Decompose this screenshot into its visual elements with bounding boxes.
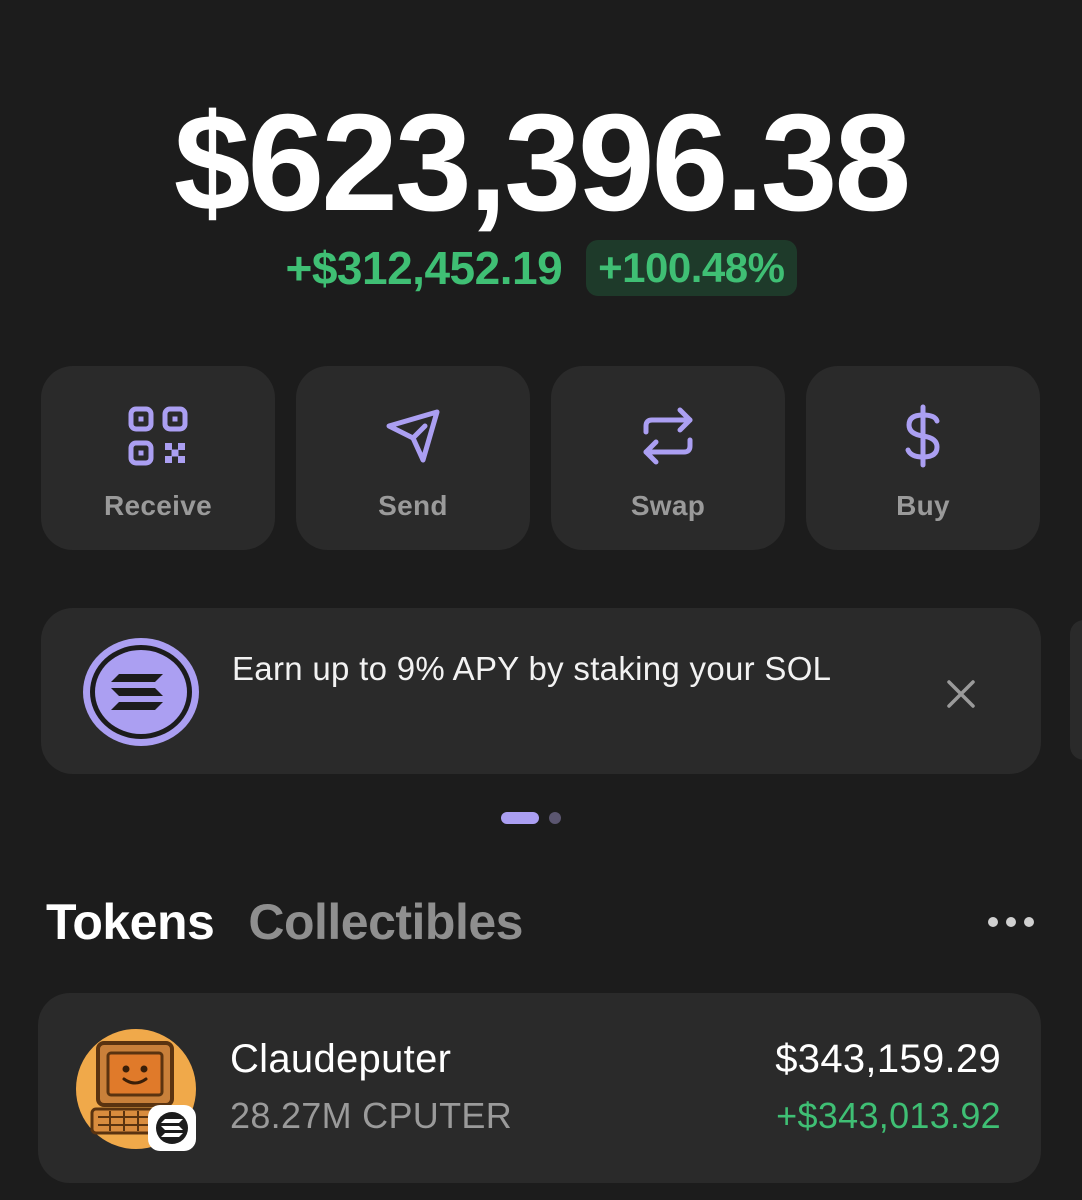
token-change: +$343,013.92: [776, 1095, 1001, 1136]
swap-icon: [643, 407, 693, 465]
send-button[interactable]: Send: [296, 366, 530, 550]
more-options-icon[interactable]: [986, 912, 1036, 932]
swap-button[interactable]: Swap: [551, 366, 785, 550]
token-name: Claudeputer: [230, 1037, 452, 1081]
close-icon[interactable]: [941, 674, 981, 714]
total-balance: $623,396.38: [173, 86, 911, 240]
receive-label: Receive: [104, 490, 212, 521]
buy-button[interactable]: Buy: [806, 366, 1040, 550]
balance-change-percent-badge: +100.48%: [586, 240, 797, 296]
staking-promo-banner[interactable]: Earn up to 9% APY by staking your SOL: [41, 608, 1041, 774]
qr-code-icon: [128, 406, 188, 466]
buy-label: Buy: [896, 490, 950, 521]
receive-button[interactable]: Receive: [41, 366, 275, 550]
solana-logo-icon: [83, 638, 199, 746]
wallet-home-screen: $623,396.38 +$312,452.19 +100.48% Receiv…: [0, 0, 1082, 1200]
token-amount: 28.27M CPUTER: [230, 1095, 512, 1136]
staking-promo-text: Earn up to 9% APY by staking your SOL: [232, 650, 832, 687]
claudeputer-token-avatar: [76, 1029, 196, 1151]
carousel-dot[interactable]: [549, 812, 561, 824]
asset-tabs: Tokens Collectibles: [46, 893, 523, 951]
tab-collectibles[interactable]: Collectibles: [248, 893, 523, 951]
token-value: $343,159.29: [775, 1037, 1001, 1081]
send-label: Send: [378, 490, 448, 521]
balance-change-row: +$312,452.19 +100.48%: [0, 240, 1082, 296]
token-row[interactable]: Claudeputer 28.27M CPUTER $343,159.29 +$…: [38, 993, 1041, 1183]
quick-actions: Receive Send Swap Buy: [41, 366, 1041, 550]
dollar-icon: [905, 404, 940, 468]
next-banner-peek[interactable]: [1070, 620, 1082, 760]
carousel-dot-active[interactable]: [501, 812, 539, 824]
carousel-pagination: [0, 812, 1082, 824]
send-icon: [386, 409, 440, 463]
tab-tokens[interactable]: Tokens: [46, 893, 215, 951]
balance-change-amount: +$312,452.19: [285, 242, 563, 294]
swap-label: Swap: [630, 490, 706, 521]
